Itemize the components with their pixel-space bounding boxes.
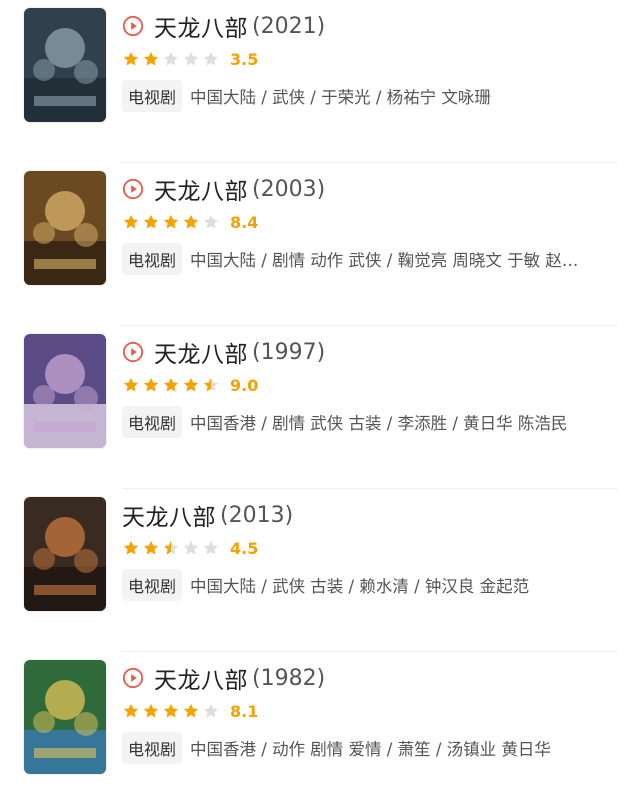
star-icon (123, 377, 139, 392)
item-title[interactable]: 天龙八部 (154, 9, 248, 43)
star-icon (143, 540, 159, 555)
star-icon (163, 214, 179, 229)
item-title[interactable]: 天龙八部 (154, 172, 248, 206)
star-icon (143, 51, 159, 66)
rating-score: 4.5 (230, 538, 259, 558)
rating: 3.5 (122, 46, 618, 72)
poster-image[interactable] (24, 8, 106, 122)
type-badge: 电视剧 (122, 243, 183, 275)
rating: 8.4 (122, 209, 618, 235)
type-badge: 电视剧 (122, 80, 183, 112)
star-rating (122, 50, 220, 68)
star-icon (123, 540, 139, 555)
result-item[interactable]: 天龙八部 (1982) 8.1 电视剧 中国香港 / 动作 剧情 爱情 / 萧笙 / 汤… (0, 652, 640, 786)
item-meta: 中国香港 / 动作 剧情 爱情 / 萧笙 / 汤镇业 黄日华 (190, 740, 551, 759)
item-meta: 中国大陆 / 武侠 古装 / 赖水清 / 钟汉良 金起范 (190, 577, 530, 596)
type-badge: 电视剧 (122, 732, 183, 764)
star-icon (163, 703, 179, 718)
rating-score: 8.1 (230, 701, 259, 721)
item-year: (1982) (252, 665, 326, 691)
star-icon (203, 377, 219, 392)
rating: 8.1 (122, 698, 618, 724)
rating-score: 3.5 (230, 49, 259, 69)
result-item[interactable]: 天龙八部 (2013) 4.5 电视剧 中国大陆 / 武侠 古装 / 赖水清 / 钟汉良… (0, 489, 640, 652)
rating-score: 9.0 (230, 375, 259, 395)
item-meta: 中国香港 / 剧情 武侠 古装 / 李添胜 / 黄日华 陈浩民 (190, 414, 568, 433)
poster-image[interactable] (24, 660, 106, 774)
rating-score: 8.4 (230, 212, 259, 232)
item-meta: 中国大陆 / 武侠 / 于荣光 / 杨祐宁 文咏珊 (190, 88, 491, 107)
result-item[interactable]: 天龙八部 (2021) 3.5 电视剧 中国大陆 / 武侠 / 于荣光 / 杨祐宁 文咏… (0, 0, 640, 163)
rating: 9.0 (122, 372, 618, 398)
item-meta: 中国大陆 / 剧情 动作 武侠 / 鞠觉亮 周晓文 于敏 赵… (190, 251, 579, 270)
star-icon (183, 51, 199, 66)
star-icon (203, 51, 219, 66)
poster-image[interactable] (24, 334, 106, 448)
star-icon (143, 377, 159, 392)
star-icon (143, 703, 159, 718)
poster-image[interactable] (24, 497, 106, 611)
star-icon (203, 703, 219, 718)
play-icon[interactable] (122, 667, 144, 689)
poster-image[interactable] (24, 171, 106, 285)
star-rating (122, 213, 220, 231)
rating: 4.5 (122, 535, 618, 561)
type-badge: 电视剧 (122, 406, 183, 438)
star-icon (183, 377, 199, 392)
star-icon (123, 51, 139, 66)
item-year: (2003) (252, 176, 326, 202)
star-icon (183, 703, 199, 718)
star-rating (122, 702, 220, 720)
star-icon (203, 540, 219, 555)
result-item[interactable]: 天龙八部 (1997) 9.0 电视剧 中国香港 / 剧情 武侠 古装 / 李添胜 / … (0, 326, 640, 489)
result-item[interactable]: 天龙八部 (2003) 8.4 电视剧 中国大陆 / 剧情 动作 武侠 / 鞠觉亮 周晓… (0, 163, 640, 326)
star-rating (122, 539, 220, 557)
play-icon[interactable] (122, 15, 144, 37)
star-icon (123, 214, 139, 229)
type-badge: 电视剧 (122, 569, 183, 601)
star-icon (183, 214, 199, 229)
item-title[interactable]: 天龙八部 (154, 335, 248, 369)
star-icon (123, 703, 139, 718)
item-title[interactable]: 天龙八部 (154, 661, 248, 695)
play-icon[interactable] (122, 178, 144, 200)
star-icon (163, 51, 179, 66)
play-icon[interactable] (122, 341, 144, 363)
item-year: (1997) (252, 339, 326, 365)
item-title[interactable]: 天龙八部 (122, 498, 216, 532)
star-rating (122, 376, 220, 394)
star-icon (163, 540, 179, 555)
item-year: (2021) (252, 13, 326, 39)
star-icon (143, 214, 159, 229)
item-year: (2013) (220, 502, 294, 528)
search-result-list: 天龙八部 (2021) 3.5 电视剧 中国大陆 / 武侠 / 于荣光 / 杨祐宁 文咏… (0, 0, 640, 786)
star-icon (203, 214, 219, 229)
star-icon (163, 377, 179, 392)
star-icon (183, 540, 199, 555)
